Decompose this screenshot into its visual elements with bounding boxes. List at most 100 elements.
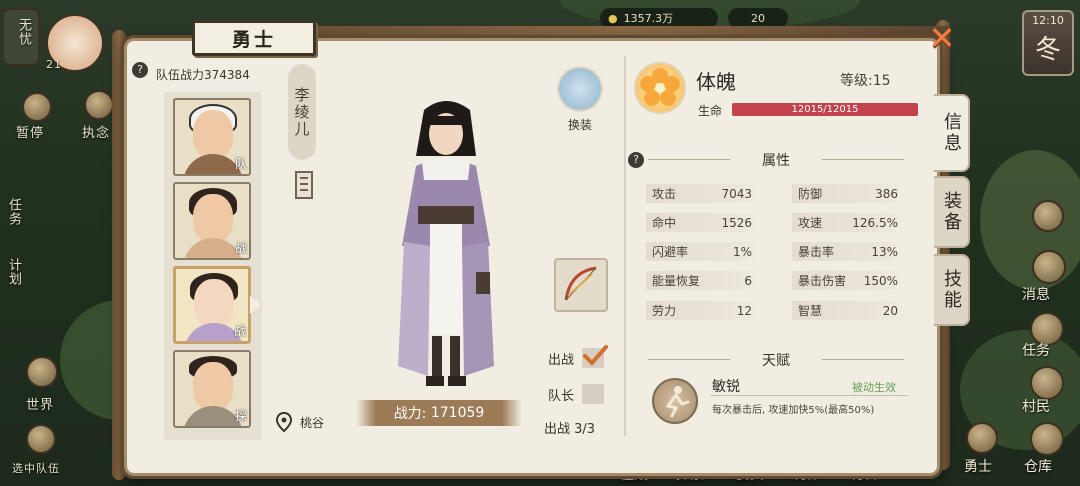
tab-equipment[interactable]: 装备 — [934, 176, 970, 248]
clover-icon[interactable] — [1032, 200, 1064, 232]
hero-tag: 战 — [233, 324, 246, 338]
team-power: 队伍战力374384 — [156, 66, 250, 83]
stat-crit-rate: 暴击率 13% — [792, 242, 904, 261]
team-power-value: 374384 — [204, 68, 250, 82]
hp-bar: 12015/12015 — [732, 103, 918, 116]
stat-label: 智慧 — [798, 304, 823, 318]
pause-icon[interactable] — [22, 92, 52, 122]
hero-tag: 探 — [234, 409, 247, 423]
help-icon[interactable]: ? — [132, 62, 148, 78]
stat-value: 1526 — [721, 215, 752, 230]
stat-value: 12 — [736, 303, 752, 318]
stat-label: 闪避率 — [652, 245, 689, 259]
stat-label: 能量恢复 — [652, 274, 701, 288]
time-season-widget[interactable]: 12:10 冬 — [1022, 10, 1074, 76]
close-button[interactable]: ✕ — [926, 22, 958, 54]
stat-defense: 防御 386 — [792, 184, 904, 203]
stat-value: 6 — [744, 273, 752, 288]
pause-label: 暂停 — [16, 126, 45, 141]
attributes-title: 属性 — [648, 150, 904, 170]
hero-face — [193, 194, 233, 242]
branch-frame-top — [300, 26, 950, 36]
stat-dodge: 闪避率 1% — [646, 242, 758, 261]
hero-face — [193, 362, 233, 410]
tab-info[interactable]: 信息 — [934, 94, 970, 172]
dash-figure-icon — [665, 386, 690, 418]
avatar-count: 21 — [46, 58, 62, 71]
gem-value: 20 — [751, 11, 765, 25]
coin-icon: ● — [608, 11, 618, 25]
talent-icon[interactable] — [652, 378, 698, 424]
currency-value: 1357.3万 — [623, 12, 674, 25]
talent-title: 天赋 — [648, 350, 904, 370]
location-pin-icon — [276, 412, 292, 432]
villager-icon[interactable] — [1030, 366, 1064, 400]
left-hud-rail: 无忧 21 暂停 执念 任务 计划 世界 选中队伍 — [0, 0, 120, 486]
flower-icon — [640, 68, 680, 106]
stat-label: 暴击率 — [798, 245, 835, 259]
status-label: 无忧 — [16, 18, 31, 46]
talent-type: 被动生效 — [852, 381, 896, 394]
currency-display[interactable]: ● 1357.3万 — [600, 8, 718, 28]
warrior-label: 勇士 — [964, 459, 992, 475]
quest-label: 任务 — [1022, 343, 1050, 359]
weapon-slot[interactable] — [554, 258, 608, 312]
captain-label: 队长 — [548, 388, 575, 404]
team-select-icon[interactable] — [26, 424, 56, 454]
stat-value: 7043 — [721, 186, 752, 201]
plan-tab[interactable]: 计划 — [4, 258, 23, 286]
deploy-count-label: 出战 — [544, 422, 571, 437]
hero-name: 李绫儿 — [288, 64, 316, 160]
stat-crit-damage: 暴击伤害 150% — [792, 271, 904, 290]
hero-card-3[interactable]: 战 — [173, 266, 251, 344]
checkmark-icon — [583, 345, 609, 366]
hero-face — [194, 279, 234, 327]
world-icon[interactable] — [26, 356, 58, 388]
deploy-toggle[interactable]: 出战 — [548, 345, 609, 368]
obsession-label: 执念 — [82, 126, 111, 141]
hero-card-4[interactable]: 探 — [173, 350, 251, 428]
combat-power-value: 171059 — [430, 405, 485, 421]
stat-label: 攻速 — [798, 216, 823, 230]
message-icon[interactable] — [1032, 250, 1066, 284]
scroll-icon[interactable] — [292, 170, 316, 200]
attributes-help-icon[interactable]: ? — [628, 152, 644, 168]
captain-toggle[interactable]: 队长 — [548, 384, 605, 404]
team-select-label: 选中队伍 — [12, 462, 60, 475]
hero-roster: 队 战 战 探 — [164, 92, 262, 440]
stat-value: 386 — [875, 186, 898, 201]
outfit-button[interactable]: 换装 — [552, 66, 608, 133]
obsession-icon[interactable] — [84, 90, 114, 120]
deploy-label: 出战 — [548, 352, 575, 368]
captain-checkbox[interactable] — [582, 384, 605, 404]
stat-label: 暴击伤害 — [798, 274, 847, 288]
bow-icon — [564, 266, 597, 301]
deploy-checkbox[interactable] — [582, 345, 609, 368]
location-label: 桃谷 — [300, 415, 325, 430]
flower-soul-icon — [634, 62, 686, 114]
hero-card-1[interactable]: 队 — [173, 98, 251, 176]
panel-divider — [624, 56, 626, 436]
clock-time: 12:10 — [1032, 14, 1064, 27]
task-tab[interactable]: 任务 — [4, 198, 23, 226]
warrior-icon[interactable] — [966, 422, 998, 454]
tab-skills[interactable]: 技能 — [934, 254, 970, 326]
talent-name: 敏锐 — [712, 379, 740, 395]
stat-labor: 劳力 12 — [646, 301, 758, 320]
stat-label: 命中 — [652, 216, 677, 230]
gem-display[interactable]: 20 — [728, 8, 788, 28]
message-label: 消息 — [1022, 287, 1050, 303]
villager-label: 村民 — [1022, 399, 1050, 415]
hero-location[interactable]: 桃谷 — [276, 412, 324, 432]
world-label: 世界 — [26, 398, 55, 413]
hero-card-2[interactable]: 战 — [173, 182, 251, 260]
outfit-label: 换装 — [567, 118, 592, 132]
deploy-count: 出战 3/3 — [544, 418, 595, 437]
storage-icon[interactable] — [1030, 422, 1064, 456]
stat-energy-regen: 能量恢复 6 — [646, 271, 758, 290]
hp-text: 12015/12015 — [791, 104, 859, 115]
hero-portrait — [398, 101, 494, 386]
hero-face — [193, 110, 233, 158]
stat-value: 20 — [882, 303, 898, 318]
storage-label: 仓库 — [1024, 459, 1052, 475]
